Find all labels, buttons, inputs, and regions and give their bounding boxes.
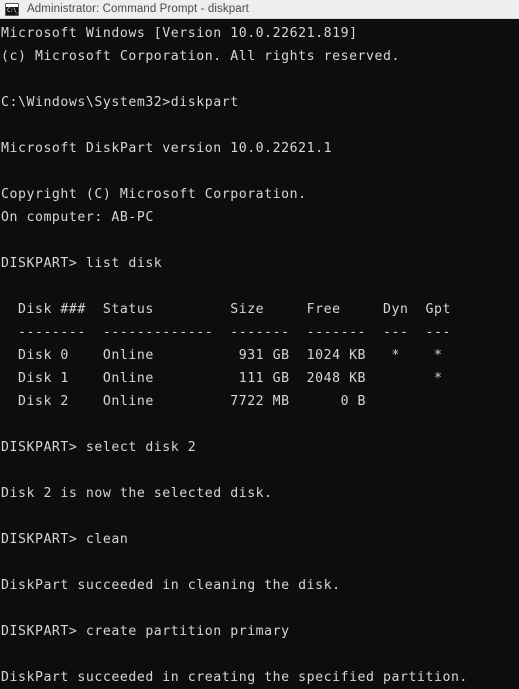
console-line: Microsoft DiskPart version 10.0.22621.1 bbox=[1, 141, 333, 156]
console-line: DiskPart succeeded in creating the speci… bbox=[1, 670, 468, 685]
console-line: C:\Windows\System32>diskpart bbox=[1, 95, 239, 110]
command-prompt-icon: C:\_ bbox=[5, 2, 19, 16]
console-output-area[interactable]: Microsoft Windows [Version 10.0.22621.81… bbox=[0, 19, 519, 689]
console-line: -------- ------------- ------- ------- -… bbox=[1, 325, 451, 340]
console-line: DiskPart succeeded in cleaning the disk. bbox=[1, 578, 341, 593]
console-line: Disk 2 Online 7722 MB 0 B bbox=[1, 394, 367, 409]
window-titlebar[interactable]: C:\_ Administrator: Command Prompt - dis… bbox=[0, 0, 519, 19]
console-line: Disk 2 is now the selected disk. bbox=[1, 486, 273, 501]
command-prompt-window: C:\_ Administrator: Command Prompt - dis… bbox=[0, 0, 519, 689]
console-line: On computer: AB-PC bbox=[1, 210, 154, 225]
icon-prompt-glyph: C:\_ bbox=[7, 6, 19, 14]
window-title: Administrator: Command Prompt - diskpart bbox=[27, 3, 249, 15]
console-line: Copyright (C) Microsoft Corporation. bbox=[1, 187, 307, 202]
console-line: (c) Microsoft Corporation. All rights re… bbox=[1, 49, 401, 64]
console-line: DISKPART> clean bbox=[1, 532, 129, 547]
console-line: Disk 0 Online 931 GB 1024 KB * * bbox=[1, 348, 443, 363]
console-line: Disk 1 Online 111 GB 2048 KB * bbox=[1, 371, 443, 386]
console-line: DISKPART> select disk 2 bbox=[1, 440, 197, 455]
console-line: Disk ### Status Size Free Dyn Gpt bbox=[1, 302, 451, 317]
console-line: DISKPART> list disk bbox=[1, 256, 163, 271]
console-line: Microsoft Windows [Version 10.0.22621.81… bbox=[1, 26, 358, 41]
console-line: DISKPART> create partition primary bbox=[1, 624, 290, 639]
